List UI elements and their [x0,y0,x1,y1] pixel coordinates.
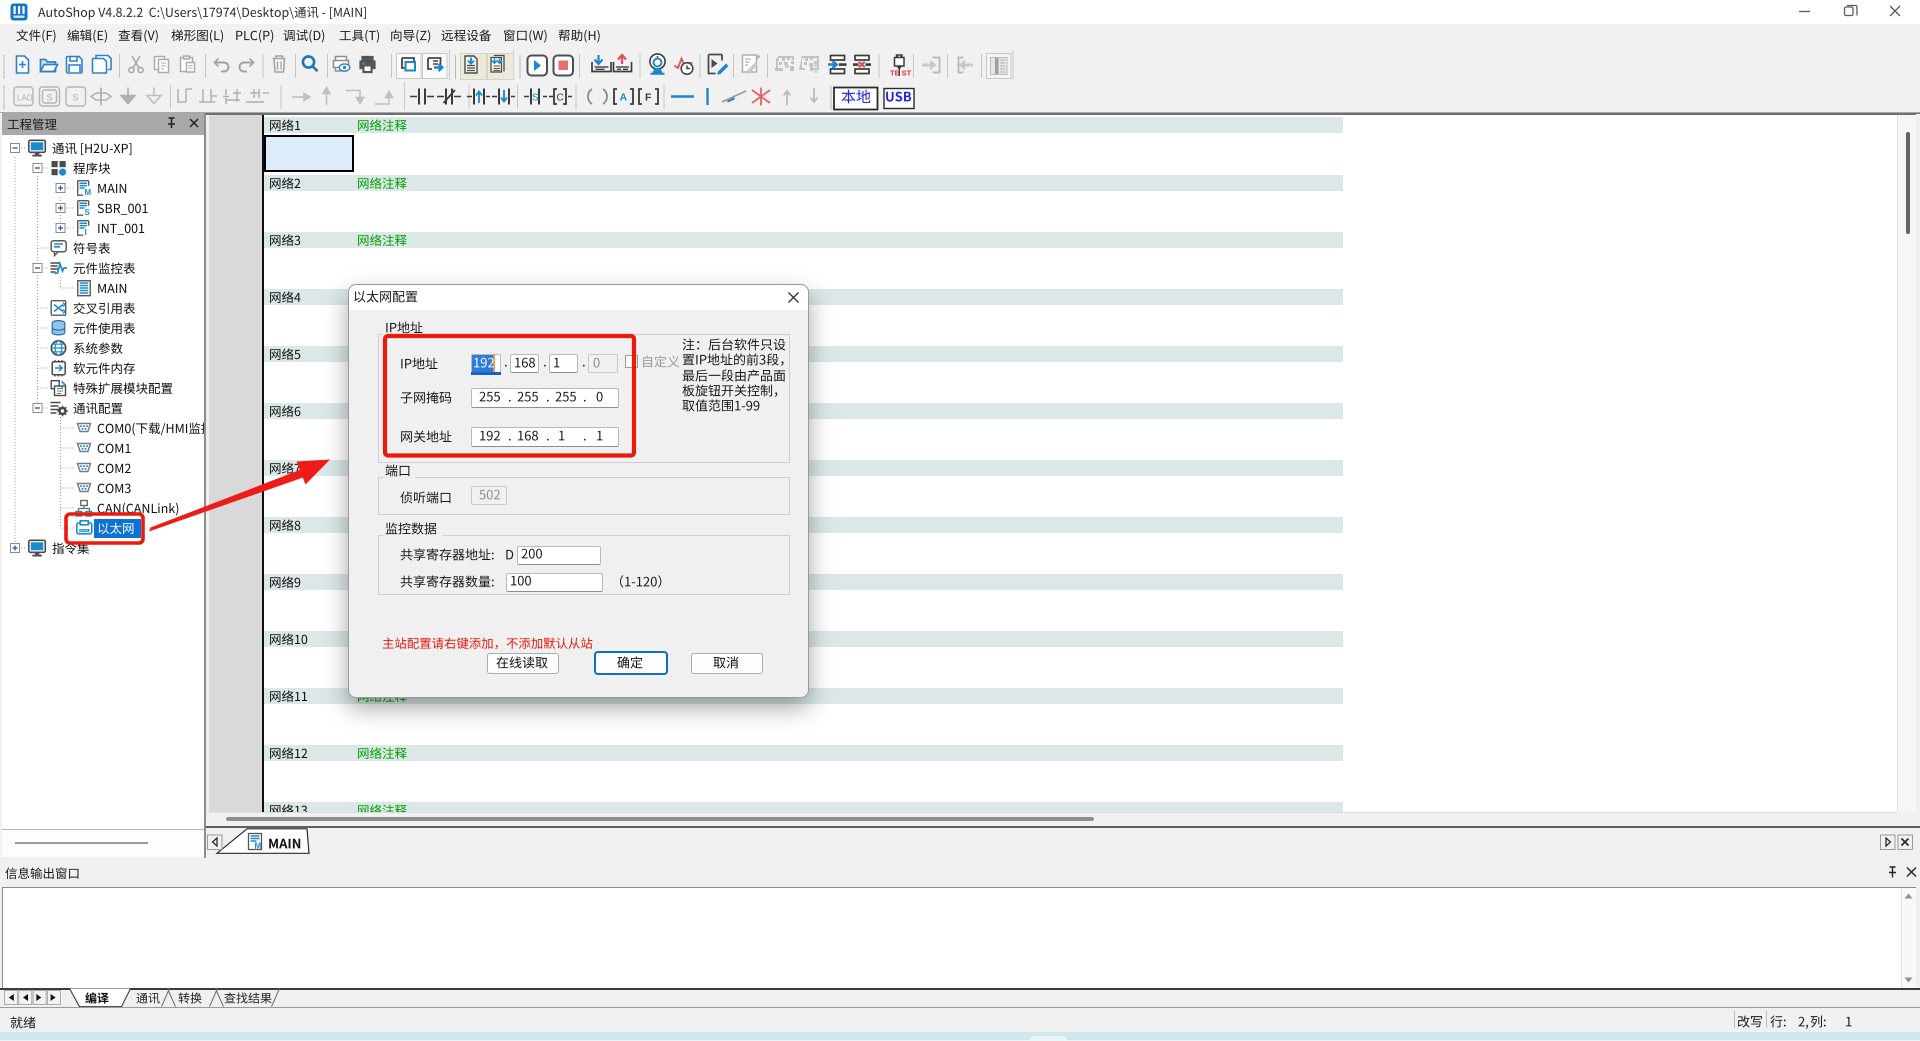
svg-text:M: M [255,842,262,851]
svg-text:C: C [557,93,564,104]
svg-text:F: F [645,92,652,104]
svg-text:I: I [85,228,87,237]
svg-text:S: S [85,208,91,217]
svg-text:S: S [532,93,539,104]
svg-text:LAD: LAD [17,94,33,103]
svg-text:A: A [620,92,628,104]
svg-text:M: M [85,188,92,197]
svg-text:S: S [47,93,53,103]
svg-text:TE ST: TE ST [890,69,912,78]
svg-text:S: S [73,93,79,103]
